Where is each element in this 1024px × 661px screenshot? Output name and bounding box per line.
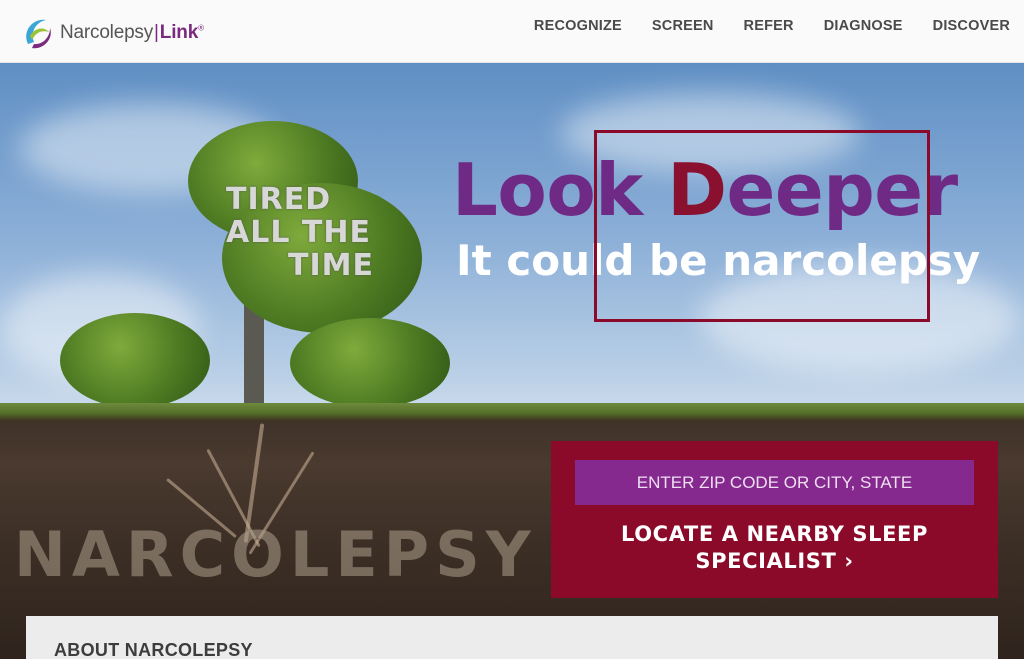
nav-recognize[interactable]: RECOGNIZE <box>534 18 622 34</box>
tree-caption: TIRED ALL THE TIME <box>226 183 416 282</box>
locate-button-line: SPECIALIST › <box>695 549 854 573</box>
logo-text: Narcolepsy|Link® <box>60 22 204 43</box>
logo-swirl-icon <box>26 19 51 49</box>
zip-city-input[interactable] <box>575 460 974 505</box>
nav-refer[interactable]: REFER <box>744 18 794 34</box>
grass-strip <box>0 403 1024 421</box>
tree-caption-line: ALL THE <box>226 215 371 250</box>
about-section: ABOUT NARCOLEPSY <box>26 616 998 660</box>
highlight-box <box>594 130 930 322</box>
site-header: Narcolepsy|Link® RECOGNIZE SCREEN REFER … <box>0 0 1024 63</box>
nav-discover[interactable]: DISCOVER <box>933 18 1010 34</box>
tree-caption-line: TIME <box>288 248 374 283</box>
nav-diagnose[interactable]: DIAGNOSE <box>824 18 903 34</box>
tree-canopy <box>290 318 450 408</box>
locate-button-line: LOCATE A NEARBY SLEEP <box>621 522 928 546</box>
narcolepsy-link-logo[interactable]: Narcolepsy|Link® <box>22 14 204 52</box>
tree-caption-line: TIRED <box>226 182 332 217</box>
locate-specialist-button[interactable]: LOCATE A NEARBY SLEEP SPECIALIST › <box>551 521 998 575</box>
tree-canopy <box>60 313 210 408</box>
soil-caption: NARCOLEPSY <box>14 518 537 591</box>
main-nav: RECOGNIZE SCREEN REFER DIAGNOSE DISCOVER <box>504 18 1010 34</box>
about-title: ABOUT NARCOLEPSY <box>54 640 253 660</box>
nav-screen[interactable]: SCREEN <box>652 18 714 34</box>
specialist-locator: LOCATE A NEARBY SLEEP SPECIALIST › <box>551 441 998 598</box>
